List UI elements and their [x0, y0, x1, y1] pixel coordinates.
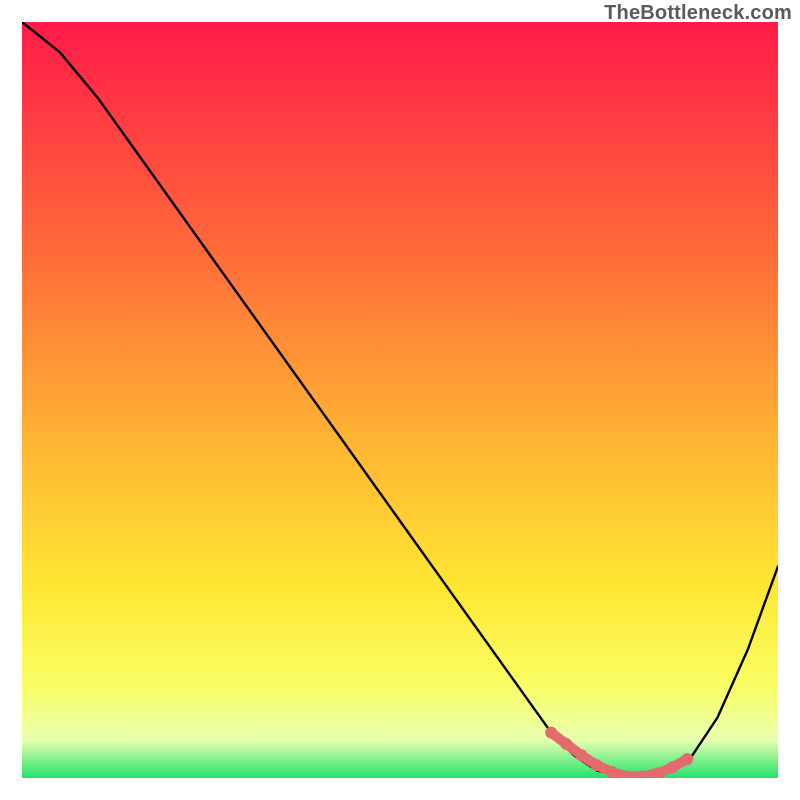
- highlight-dot: [545, 727, 557, 739]
- watermark-label: TheBottleneck.com: [604, 2, 792, 25]
- highlight-dot: [681, 753, 693, 765]
- highlight-dot: [560, 738, 572, 750]
- bottleneck-chart: TheBottleneck.com: [0, 0, 800, 800]
- chart-svg: [0, 0, 800, 800]
- highlight-dot: [575, 749, 587, 761]
- highlight-dot: [591, 759, 603, 771]
- plot-background: [22, 22, 778, 778]
- highlight-dot: [651, 768, 663, 780]
- highlight-dot: [606, 766, 618, 778]
- highlight-dot: [666, 761, 678, 773]
